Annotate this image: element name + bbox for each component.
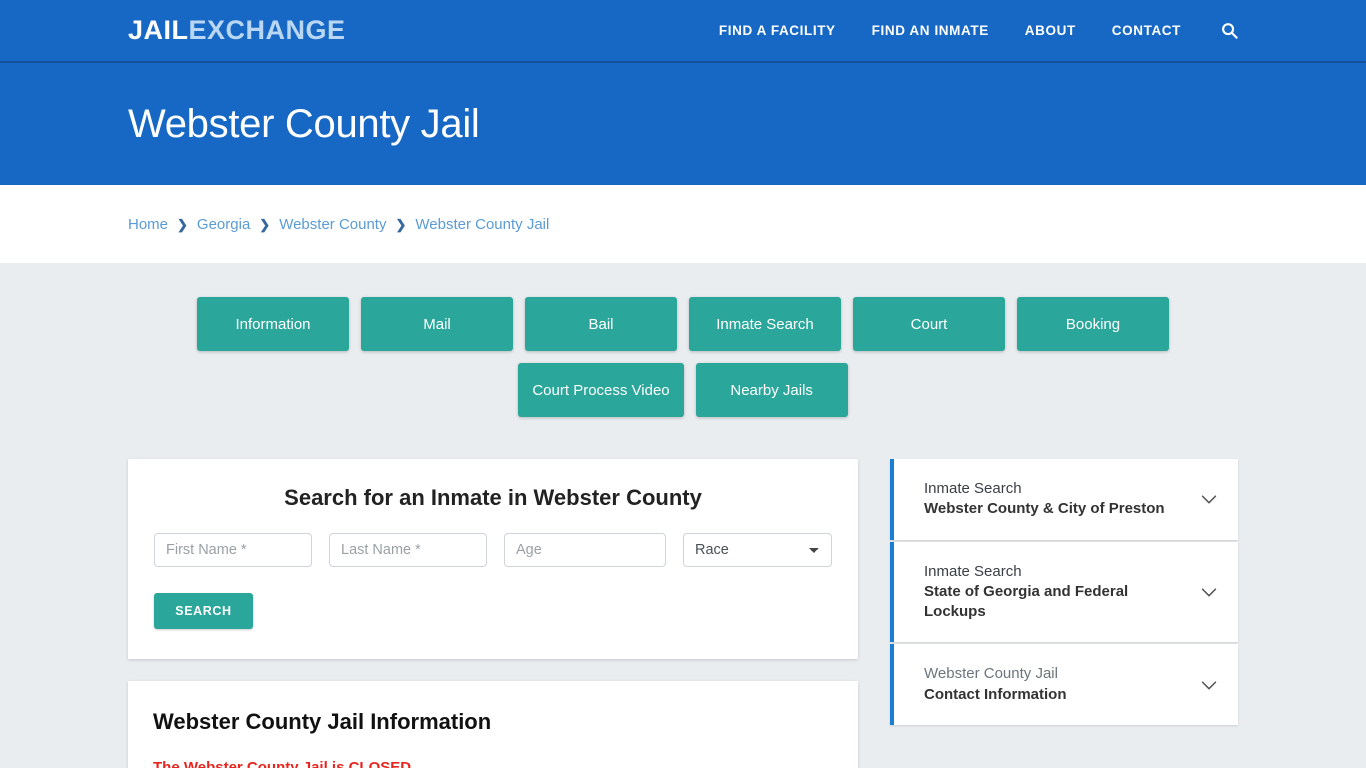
search-icon-button[interactable] — [1221, 22, 1238, 39]
chevron-right-icon: ❯ — [259, 216, 271, 232]
panel-text: Inmate Search State of Georgia and Feder… — [924, 562, 1188, 623]
left-column: Search for an Inmate in Webster County R… — [128, 459, 858, 768]
breadcrumb-item-home[interactable]: Home — [128, 216, 168, 233]
tab-inmate-search[interactable]: Inmate Search — [689, 297, 841, 351]
inmate-search-card: Search for an Inmate in Webster County R… — [128, 459, 858, 659]
accordion-panel-inmate-search-county[interactable]: Inmate Search Webster County & City of P… — [890, 459, 1238, 540]
breadcrumb-item-georgia[interactable]: Georgia — [197, 216, 250, 233]
panel-line-2: Webster County & City of Preston — [924, 500, 1165, 518]
search-fields-row: Race — [148, 533, 838, 567]
breadcrumb-item-webster-county[interactable]: Webster County — [279, 216, 386, 233]
race-select[interactable]: Race — [683, 533, 832, 567]
tab-information[interactable]: Information — [197, 297, 349, 351]
panel-line-2: State of Georgia and Federal Lockups — [924, 582, 1129, 620]
chevron-down-icon — [1201, 680, 1217, 689]
chevron-down-icon — [1201, 588, 1217, 597]
two-column-layout: Search for an Inmate in Webster County R… — [128, 459, 1238, 768]
breadcrumb: Home ❯ Georgia ❯ Webster County ❯ Webste… — [128, 216, 549, 233]
jail-information-card: Webster County Jail Information The Webs… — [128, 681, 858, 768]
main-content: Information Mail Bail Inmate Search Cour… — [0, 263, 1366, 768]
panel-line-1: Webster County Jail — [924, 665, 1058, 683]
top-navigation-bar: JAILEXCHANGE FIND A FACILITY FIND AN INM… — [0, 0, 1366, 63]
page-title: Webster County Jail — [128, 101, 480, 146]
accordion-panel-inmate-search-state[interactable]: Inmate Search State of Georgia and Feder… — [890, 541, 1238, 643]
tab-booking[interactable]: Booking — [1017, 297, 1169, 351]
chevron-down-icon — [1201, 495, 1217, 504]
panel-line-2: Contact Information — [924, 685, 1067, 703]
chevron-right-icon: ❯ — [177, 216, 188, 232]
accordion-panel-contact-information[interactable]: Webster County Jail Contact Information — [890, 644, 1238, 725]
nav-item-find-a-facility[interactable]: FIND A FACILITY — [719, 23, 836, 38]
site-logo[interactable]: JAILEXCHANGE — [128, 15, 346, 46]
tab-mail[interactable]: Mail — [361, 297, 513, 351]
panel-text: Webster County Jail Contact Information — [924, 664, 1188, 705]
search-heading: Search for an Inmate in Webster County — [284, 485, 702, 510]
tab-bail[interactable]: Bail — [525, 297, 677, 351]
search-icon — [1222, 23, 1238, 39]
last-name-input[interactable] — [329, 533, 487, 567]
panel-text: Inmate Search Webster County & City of P… — [924, 479, 1188, 520]
panel-line-1: Inmate Search — [924, 562, 1022, 580]
nav-item-about[interactable]: ABOUT — [1025, 23, 1076, 38]
nav-item-contact[interactable]: CONTACT — [1112, 23, 1181, 38]
panel-line-1: Inmate Search — [924, 480, 1022, 497]
age-input[interactable] — [504, 533, 666, 567]
search-submit-button[interactable]: SEARCH — [154, 593, 253, 629]
chevron-right-icon: ❯ — [395, 216, 407, 232]
breadcrumb-item-current: Webster County Jail — [415, 215, 550, 233]
info-heading: Webster County Jail Information — [153, 709, 492, 734]
main-nav-links: FIND A FACILITY FIND AN INMATE ABOUT CON… — [719, 22, 1238, 39]
tab-nearby-jails[interactable]: Nearby Jails — [695, 363, 848, 417]
nav-item-find-an-inmate[interactable]: FIND AN INMATE — [872, 23, 989, 38]
tab-court[interactable]: Court — [853, 297, 1005, 351]
breadcrumb-bar: Home ❯ Georgia ❯ Webster County ❯ Webste… — [0, 185, 1366, 263]
logo-text-primary: JAIL — [128, 15, 189, 45]
closed-alert-text: The Webster County Jail is CLOSED. — [153, 759, 416, 768]
logo-text-secondary: EXCHANGE — [188, 15, 346, 45]
first-name-input[interactable] — [154, 533, 312, 567]
section-tab-row: Information Mail Bail Inmate Search Cour… — [134, 297, 1232, 417]
page-hero: Webster County Jail — [0, 63, 1366, 185]
tab-court-process-video[interactable]: Court Process Video — [518, 363, 684, 417]
right-sidebar: Inmate Search Webster County & City of P… — [890, 459, 1238, 727]
